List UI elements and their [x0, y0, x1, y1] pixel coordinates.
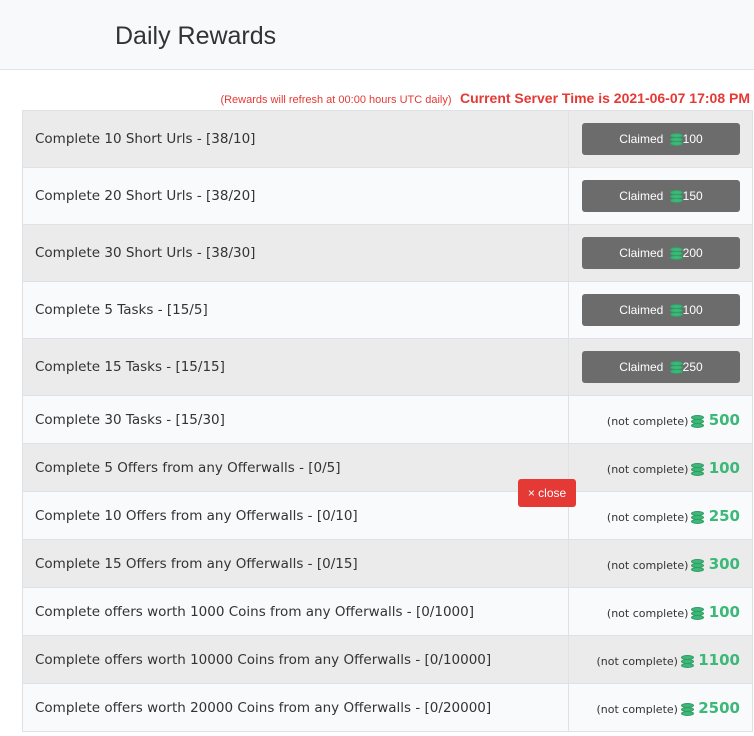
not-complete-note: (not complete) [606, 558, 689, 572]
reward-task: Complete 5 Offers from any Offerwalls - … [22, 443, 569, 492]
claimed-amount: 100 [682, 132, 703, 146]
info-line: (Rewards will refresh at 00:00 hours UTC… [220, 90, 750, 108]
reward-amount: 500 [708, 410, 740, 429]
reward-row: Complete offers worth 1000 Coins from an… [22, 587, 753, 636]
not-complete-note: (not complete) [596, 654, 678, 668]
not-complete-note: (not complete) [606, 462, 689, 476]
reward-status-cell: (not complete) 2500 [568, 683, 753, 732]
page-title: Daily Rewards [115, 22, 277, 50]
reward-task: Complete 15 Offers from any Offerwalls -… [22, 539, 569, 588]
claimed-label: Claimed [619, 132, 664, 146]
coins-icon [691, 462, 705, 476]
claimed-label: Claimed [619, 246, 664, 260]
reward-task: Complete 10 Offers from any Offerwalls -… [22, 491, 569, 540]
reward-amount: 250 [708, 506, 740, 525]
reward-row: Complete offers worth 20000 Coins from a… [22, 683, 753, 732]
claimed-label: Claimed [619, 303, 664, 317]
reward-status-cell: (not complete) 500 [568, 395, 753, 444]
page-header: Daily Rewards [0, 0, 754, 70]
reward-status-cell: (not complete) 300 [568, 539, 753, 588]
reward-row: Complete 10 Short Urls - [38/10] Claimed … [22, 110, 753, 168]
coins-icon [669, 247, 683, 260]
reward-amount: 300 [708, 554, 740, 573]
rewards-table: Complete 10 Short Urls - [38/10] Claimed … [22, 110, 753, 732]
reward-row: Complete 30 Tasks - [15/30] (not complete… [22, 395, 753, 444]
coins-icon [669, 190, 683, 203]
reward-status-cell: (not complete) 100 [568, 443, 753, 492]
claimed-label: Claimed [619, 189, 664, 203]
coins-icon [691, 414, 705, 428]
claimed-amount: 250 [682, 360, 703, 374]
reward-row: Complete 5 Offers from any Offerwalls - … [22, 443, 753, 492]
reward-row: Complete 15 Offers from any Offerwalls -… [22, 539, 753, 588]
claimed-button[interactable]: Claimed 200 [582, 237, 740, 269]
reward-status-cell: (not complete) 100 [568, 587, 753, 636]
reward-status-cell: Claimed 100 [568, 281, 753, 339]
reward-task: Complete 30 Short Urls - [38/30] [22, 224, 569, 282]
reward-amount: 1100 [698, 650, 740, 669]
claimed-button[interactable]: Claimed 150 [582, 180, 740, 212]
claimed-label: Claimed [619, 360, 664, 374]
reward-row: Complete 10 Offers from any Offerwalls -… [22, 491, 753, 540]
claimed-amount: 150 [682, 189, 703, 203]
reward-row: Complete 15 Tasks - [15/15] Claimed 250 [22, 338, 753, 396]
coins-icon [669, 304, 683, 317]
reward-task: Complete 15 Tasks - [15/15] [22, 338, 569, 396]
reward-row: Complete 30 Short Urls - [38/30] Claimed … [22, 224, 753, 282]
claimed-amount: 200 [682, 246, 703, 260]
reward-task: Complete offers worth 20000 Coins from a… [22, 683, 569, 732]
reward-amount: 100 [708, 602, 740, 621]
coins-icon [691, 558, 705, 572]
close-button[interactable]: × close [518, 479, 576, 507]
reward-task: Complete 20 Short Urls - [38/20] [22, 167, 569, 225]
coins-icon [691, 606, 705, 620]
coins-icon [680, 654, 694, 668]
coins-icon [691, 510, 705, 524]
reward-amount: 100 [708, 458, 740, 477]
not-complete-note: (not complete) [606, 606, 689, 620]
refresh-note: (Rewards will refresh at 00:00 hours UTC… [220, 94, 452, 106]
reward-status-cell: Claimed 200 [568, 224, 753, 282]
reward-task: Complete 5 Tasks - [15/5] [22, 281, 569, 339]
claimed-button[interactable]: Claimed 100 [582, 294, 740, 326]
reward-task: Complete 30 Tasks - [15/30] [22, 395, 569, 444]
not-complete-note: (not complete) [606, 414, 689, 428]
reward-task: Complete offers worth 1000 Coins from an… [22, 587, 569, 636]
reward-amount: 2500 [698, 698, 740, 717]
reward-status-cell: (not complete) 250 [568, 491, 753, 540]
reward-task: Complete 10 Short Urls - [38/10] [22, 110, 569, 168]
reward-row: Complete 5 Tasks - [15/5] Claimed 100 [22, 281, 753, 339]
reward-task: Complete offers worth 10000 Coins from a… [22, 635, 569, 684]
server-time: Current Server Time is 2021-06-07 17:08 … [459, 90, 750, 106]
claimed-amount: 100 [682, 303, 703, 317]
coins-icon [669, 133, 683, 146]
close-button-label: × close [527, 486, 567, 500]
coins-icon [669, 361, 683, 374]
rewards-table-body: Complete 10 Short Urls - [38/10] Claimed … [22, 110, 753, 732]
not-complete-note: (not complete) [606, 510, 689, 524]
coins-icon [680, 702, 694, 716]
reward-status-cell: (not complete) 1100 [568, 635, 753, 684]
not-complete-note: (not complete) [596, 702, 678, 716]
claimed-button[interactable]: Claimed 100 [582, 123, 740, 155]
reward-status-cell: Claimed 250 [568, 338, 753, 396]
reward-status-cell: Claimed 150 [568, 167, 753, 225]
reward-status-cell: Claimed 100 [568, 110, 753, 168]
reward-row: Complete 20 Short Urls - [38/20] Claimed … [22, 167, 753, 225]
claimed-button[interactable]: Claimed 250 [582, 351, 740, 383]
reward-row: Complete offers worth 10000 Coins from a… [22, 635, 753, 684]
